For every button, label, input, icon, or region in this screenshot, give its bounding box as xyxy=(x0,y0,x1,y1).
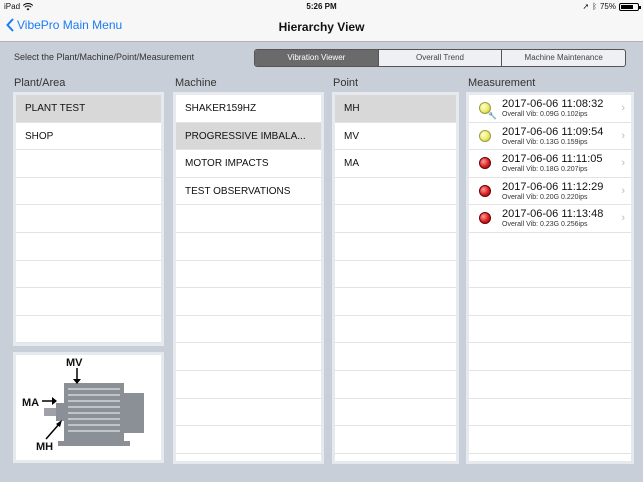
measurement-item[interactable]: 🔧 2017-06-06 11:08:32 Overall Vib: 0.09G… xyxy=(469,95,631,123)
selection-prompt: Select the Plant/Machine/Point/Measureme… xyxy=(14,52,195,62)
empty-row xyxy=(335,233,456,261)
empty-row xyxy=(469,343,631,371)
plant-area-list: PLANT TEST SHOP xyxy=(13,92,164,346)
diagram-label-mv: MV xyxy=(66,357,83,369)
empty-row xyxy=(335,343,456,371)
measurement-item[interactable]: 2017-06-06 11:12:29 Overall Vib: 0.20G 0… xyxy=(469,178,631,206)
machine-item[interactable]: TEST OBSERVATIONS xyxy=(176,178,321,206)
status-bar: iPad 5:26 PM ➚ ᛒ 75% xyxy=(0,0,643,14)
empty-row xyxy=(176,288,321,316)
measurement-overall: Overall Vib: 0.13G 0.159ips xyxy=(502,138,588,146)
point-item[interactable]: MH xyxy=(335,95,456,123)
machine-item[interactable]: PROGRESSIVE IMBALA... xyxy=(176,122,321,151)
status-indicator-icon xyxy=(479,212,491,225)
empty-row xyxy=(469,371,631,399)
measurement-timestamp: 2017-06-06 11:11:05 xyxy=(502,153,603,166)
empty-row xyxy=(176,261,321,289)
empty-row xyxy=(469,233,631,261)
chevron-right-icon: › xyxy=(621,129,625,142)
point-item[interactable]: MV xyxy=(335,123,456,151)
point-item[interactable]: MA xyxy=(335,150,456,178)
page-title: Hierarchy View xyxy=(278,20,365,34)
clock: 5:26 PM xyxy=(306,2,337,11)
toolbar: Select the Plant/Machine/Point/Measureme… xyxy=(0,43,643,71)
empty-row xyxy=(469,399,631,427)
empty-row xyxy=(469,426,631,454)
empty-row xyxy=(176,233,321,261)
empty-row xyxy=(335,205,456,233)
diagram-label-ma: MA xyxy=(22,397,40,409)
machine-header: Machine xyxy=(175,77,217,89)
measurement-header: Measurement xyxy=(468,77,536,89)
machine-item[interactable]: SHAKER159HZ xyxy=(176,95,321,123)
point-header: Point xyxy=(333,77,359,89)
empty-row xyxy=(16,233,161,261)
machine-list: SHAKER159HZ PROGRESSIVE IMBALA... MOTOR … xyxy=(173,92,324,464)
empty-row xyxy=(335,426,456,454)
measurement-timestamp: 2017-06-06 11:12:29 xyxy=(502,180,604,193)
empty-row xyxy=(335,371,456,399)
empty-row xyxy=(176,371,321,399)
battery-percent: 75% xyxy=(599,2,616,11)
plant-area-header: Plant/Area xyxy=(14,77,66,89)
battery-icon xyxy=(619,2,641,11)
measurement-timestamp: 2017-06-06 11:08:32 xyxy=(502,98,604,110)
empty-row xyxy=(176,426,321,454)
empty-row xyxy=(335,261,456,289)
measurement-overall: Overall Vib: 0.23G 0.256ips xyxy=(502,221,588,229)
empty-row xyxy=(469,316,631,344)
point-list: MH MV MA xyxy=(332,92,459,464)
bluetooth-icon: ᛒ xyxy=(592,2,597,11)
empty-row xyxy=(16,178,161,206)
empty-row xyxy=(469,288,631,316)
measurement-timestamp: 2017-06-06 11:13:48 xyxy=(502,208,604,221)
measurement-item[interactable]: 2017-06-06 11:11:05 Overall Vib: 0.18G 0… xyxy=(469,150,631,178)
status-indicator-icon xyxy=(479,184,491,197)
chevron-right-icon: › xyxy=(621,102,625,114)
empty-row xyxy=(16,316,161,343)
measurement-list: 🔧 2017-06-06 11:08:32 Overall Vib: 0.09G… xyxy=(466,92,634,464)
empty-row xyxy=(469,261,631,289)
wrench-icon: 🔧 xyxy=(488,113,497,120)
machine-item[interactable]: MOTOR IMPACTS xyxy=(176,150,321,178)
plant-item[interactable]: SHOP xyxy=(16,123,161,151)
empty-row xyxy=(176,316,321,344)
empty-row xyxy=(176,399,321,427)
measurement-item[interactable]: 2017-06-06 11:09:54 Overall Vib: 0.13G 0… xyxy=(469,123,631,151)
empty-row xyxy=(16,150,161,178)
empty-row xyxy=(335,399,456,427)
measurement-item[interactable]: 2017-06-06 11:13:48 Overall Vib: 0.23G 0… xyxy=(469,205,631,233)
empty-row xyxy=(16,261,161,289)
measurement-timestamp: 2017-06-06 11:09:54 xyxy=(502,125,604,138)
status-indicator-icon xyxy=(479,129,491,142)
measurement-overall: Overall Vib: 0.18G 0.207ips xyxy=(502,166,588,174)
empty-row xyxy=(335,316,456,344)
measurement-overall: Overall Vib: 0.20G 0.220ips xyxy=(502,193,588,201)
empty-row xyxy=(176,343,321,371)
status-indicator-icon xyxy=(479,157,491,170)
segment-overall-trend[interactable]: Overall Trend xyxy=(377,50,502,66)
navigation-bar: VibePro Main Menu Hierarchy View xyxy=(0,14,643,42)
measurement-overall: Overall Vib: 0.09G 0.102ips xyxy=(502,111,588,118)
empty-row xyxy=(16,205,161,233)
segment-vibration-viewer[interactable]: Vibration Viewer xyxy=(255,50,378,66)
empty-row xyxy=(16,288,161,316)
chevron-right-icon: › xyxy=(621,157,625,170)
location-icon: ➚ xyxy=(582,2,590,11)
chevron-right-icon: › xyxy=(621,212,625,225)
segment-machine-maintenance[interactable]: Machine Maintenance xyxy=(501,50,625,66)
empty-row xyxy=(176,205,321,233)
motor-diagram: MV MA MH xyxy=(13,352,164,463)
empty-row xyxy=(335,288,456,316)
diagram-label-mh: MH xyxy=(36,441,54,453)
empty-row xyxy=(335,178,456,206)
view-segmented-control: Vibration Viewer Overall Trend Machine M… xyxy=(254,49,626,67)
chevron-right-icon: › xyxy=(621,184,625,197)
plant-item[interactable]: PLANT TEST xyxy=(16,95,161,123)
